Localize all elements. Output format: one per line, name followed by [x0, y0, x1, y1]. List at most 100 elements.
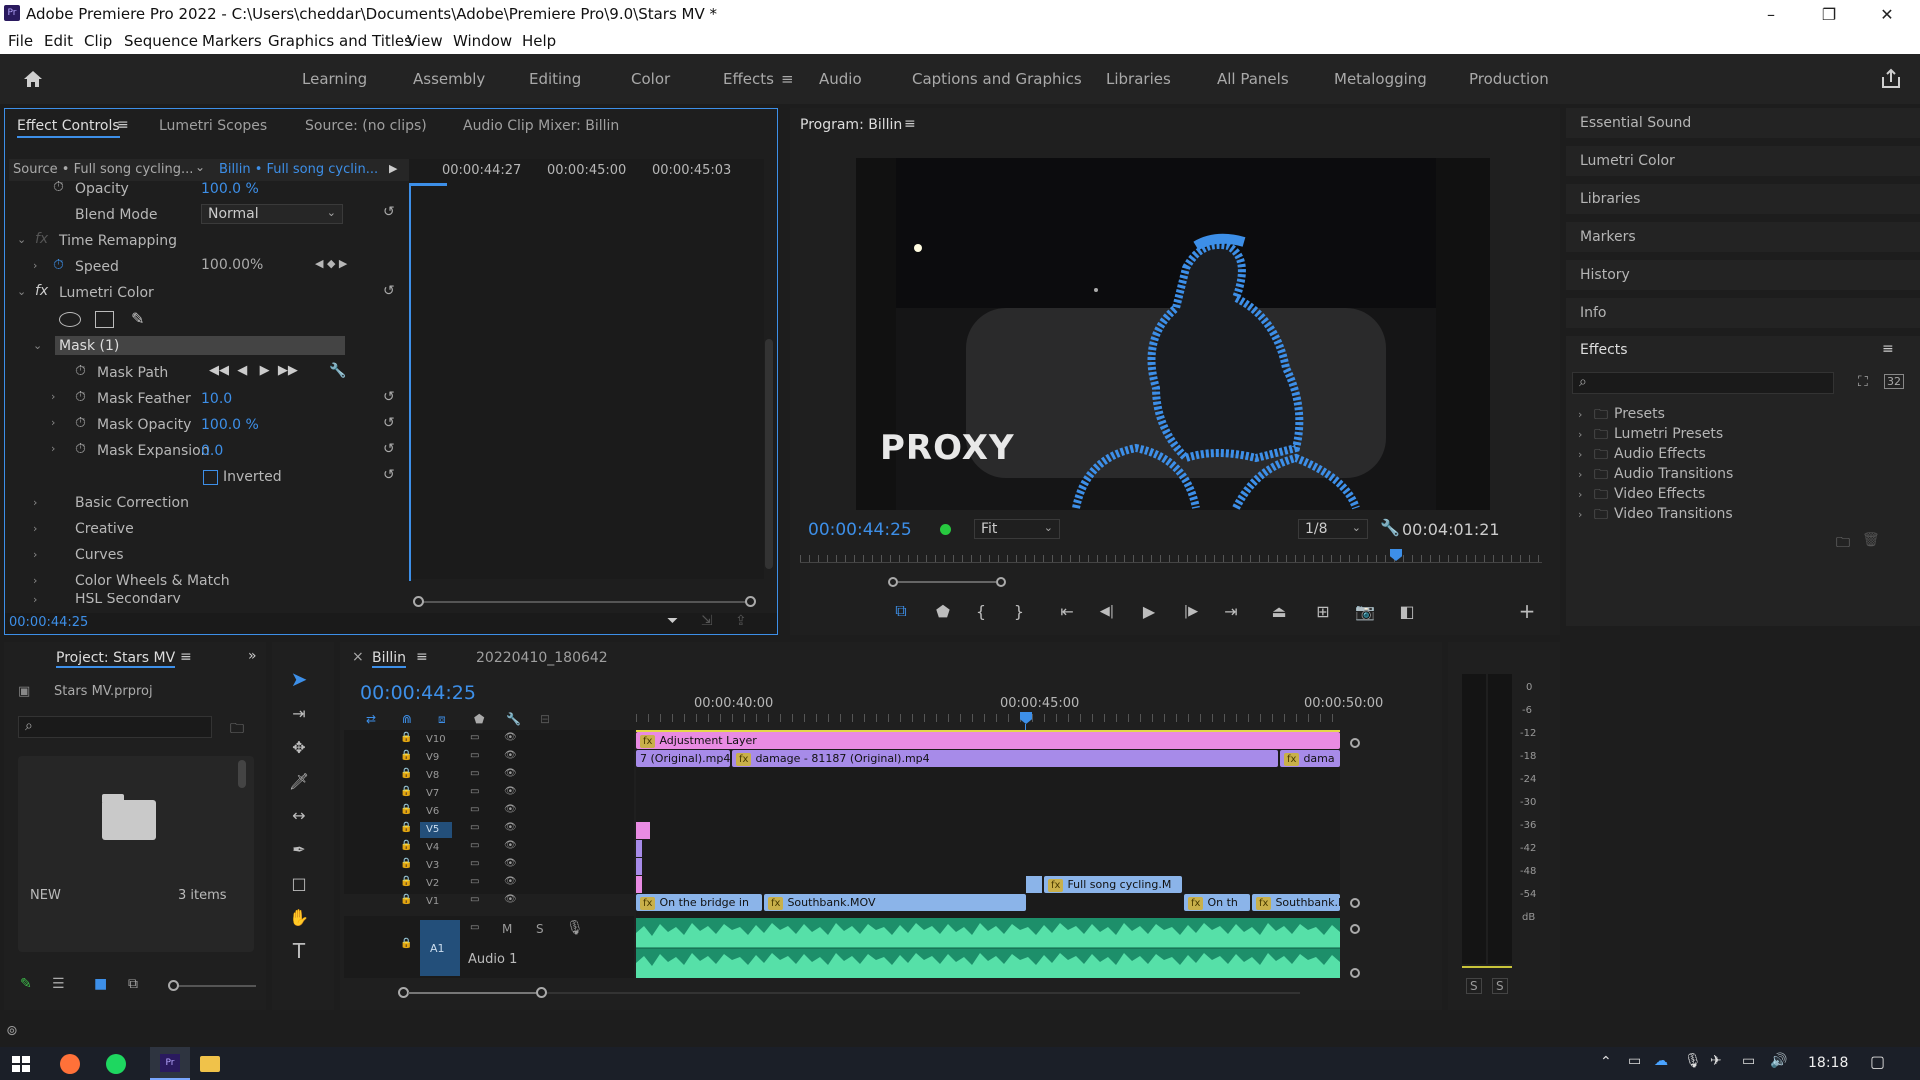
ripple-edit-tool-icon[interactable]: ✥ — [286, 734, 312, 760]
basic-correction-label[interactable]: Basic Correction — [75, 495, 189, 511]
clip-v4[interactable] — [636, 840, 642, 857]
speed-value[interactable]: 100.00% — [201, 257, 263, 273]
resolution-select[interactable]: 1/8 ⌄ — [1298, 519, 1368, 539]
clip-v1-d[interactable]: fxSouthbank.MOV — [1252, 894, 1340, 911]
trash-icon[interactable]: 🗑 — [1862, 532, 1880, 548]
solo-left-button[interactable]: S — [1466, 978, 1482, 994]
collapse-chevron-icon[interactable]: ⌄ — [17, 233, 26, 246]
lock-icon[interactable]: 🔒 — [400, 894, 412, 905]
freeform-view-icon[interactable]: ⧉ — [128, 976, 138, 992]
sync-lock-icon[interactable]: ▭ — [470, 876, 479, 887]
effects-search-input[interactable]: ⌕ — [1572, 372, 1834, 394]
clip-v2-a[interactable] — [636, 876, 642, 893]
linked-selection-icon[interactable]: ⧈ — [438, 712, 446, 727]
panel-markers[interactable]: Markers — [1566, 222, 1920, 252]
clip-v9-b[interactable]: fx damage - 81187 (Original).mp4 — [732, 750, 1278, 767]
menu-file[interactable]: File — [8, 32, 33, 50]
home-icon[interactable] — [22, 68, 44, 90]
expand-chevron-icon[interactable]: › — [33, 496, 37, 509]
sync-lock-icon[interactable]: ▭ — [470, 732, 479, 743]
track-mask-controls[interactable]: ◀◀ ◀ ▶ ▶▶ — [209, 363, 298, 378]
list-view-icon[interactable]: ☰ — [52, 976, 65, 992]
clip-v9-a[interactable]: 7 (Original).mp4 — [636, 750, 730, 767]
lock-icon[interactable]: 🔒 — [400, 750, 412, 761]
tab-lumetri-scopes[interactable]: Lumetri Scopes — [159, 118, 267, 134]
lock-icon[interactable]: 🔒 — [400, 822, 412, 833]
expand-chevron-icon[interactable]: › — [33, 593, 37, 603]
tab-effect-controls[interactable]: Effect Controls — [17, 118, 120, 138]
effects-panel-menu-icon[interactable]: ≡ — [1882, 341, 1894, 357]
ec-timecode[interactable]: 00:00:44:25 — [9, 615, 88, 630]
workspace-libraries[interactable]: Libraries — [1106, 70, 1171, 88]
add-marker-icon[interactable]: ⬟ — [932, 600, 954, 622]
panel-history[interactable]: History — [1566, 260, 1920, 290]
blend-mode-select[interactable]: Normal ⌄ — [201, 204, 343, 224]
eye-icon[interactable]: 👁 — [504, 822, 517, 833]
program-zoom-handle-right[interactable] — [996, 577, 1006, 587]
track-end-handle[interactable] — [1350, 738, 1360, 748]
clip-v2-c[interactable]: fx Full song cycling.M — [1044, 876, 1182, 893]
thumbnail-size-slider[interactable] — [170, 985, 256, 987]
clip-v2-b[interactable] — [1026, 876, 1042, 893]
workspace-metalogging[interactable]: Metalogging — [1334, 70, 1427, 88]
accelerated-effects-icon[interactable]: ⛶ — [1858, 374, 1868, 390]
track-v1-label[interactable]: V1 — [426, 896, 439, 907]
eye-icon[interactable]: 👁 — [504, 840, 517, 851]
menu-graphics-titles[interactable]: Graphics and Titles — [268, 32, 412, 50]
expand-chevron-icon[interactable]: › — [33, 548, 37, 561]
color-wheels-label[interactable]: Color Wheels & Match — [75, 573, 230, 589]
stopwatch-icon[interactable]: ⏱ — [53, 179, 64, 195]
track-v7-label[interactable]: V7 — [426, 788, 439, 799]
workspace-editing[interactable]: Editing — [529, 70, 581, 88]
export-frame-icon[interactable]: 📷 — [1354, 600, 1376, 622]
eye-icon[interactable]: 👁 — [504, 768, 517, 779]
premiere-taskbar-icon[interactable]: Pr — [150, 1047, 190, 1080]
sync-lock-icon[interactable]: ▭ — [470, 786, 479, 797]
step-forward-icon[interactable]: |▶ — [1180, 600, 1202, 622]
notifications-icon[interactable]: ▢ — [1870, 1052, 1885, 1071]
tray-microphone-icon[interactable]: 🎙 — [1684, 1053, 1702, 1069]
minimize-button[interactable]: – — [1742, 0, 1800, 29]
ec-zoom-handle-left[interactable] — [413, 596, 424, 607]
lock-icon[interactable]: 🔒 — [400, 804, 412, 815]
clip-v3[interactable] — [636, 858, 642, 875]
menu-help[interactable]: Help — [522, 32, 556, 50]
32bit-effects-icon[interactable]: 32 — [1884, 374, 1904, 389]
pen-mask-icon[interactable]: ✎ — [131, 309, 144, 328]
wrench-icon[interactable]: 🔧 — [506, 712, 521, 726]
eye-icon[interactable]: 👁 — [504, 876, 517, 887]
lock-icon[interactable]: 🔒 — [400, 876, 412, 887]
expand-chevron-icon[interactable]: › — [1578, 508, 1582, 521]
ellipse-mask-icon[interactable] — [59, 312, 81, 327]
onedrive-icon[interactable]: ☁ — [1654, 1053, 1668, 1069]
clip-v5[interactable] — [636, 822, 650, 839]
menu-clip[interactable]: Clip — [84, 32, 112, 50]
audio-clip-a1[interactable] — [636, 918, 1340, 978]
opacity-value[interactable]: 100.0 % — [201, 181, 259, 197]
timeline-menu-icon[interactable]: ≡ — [416, 649, 428, 665]
tab-sequence-2[interactable]: 20220410_180642 — [476, 650, 608, 666]
panel-overflow-icon[interactable]: » — [248, 648, 257, 664]
workspace-captions-graphics[interactable]: Captions and Graphics — [912, 70, 1082, 88]
track-end-handle[interactable] — [1350, 898, 1360, 908]
expand-chevron-icon[interactable]: › — [1578, 468, 1582, 481]
track-select-tool-icon[interactable]: ⇥ — [286, 700, 312, 726]
workspace-production[interactable]: Production — [1469, 70, 1549, 88]
eye-icon[interactable]: 👁 — [504, 750, 517, 761]
firefox-icon[interactable] — [60, 1054, 80, 1074]
stopwatch-icon[interactable]: ⏱ — [75, 389, 86, 405]
zoom-select[interactable]: Fit ⌄ — [974, 519, 1060, 539]
project-scrollbar[interactable] — [238, 760, 246, 788]
panel-essential-sound[interactable]: Essential Sound — [1566, 108, 1920, 138]
mark-in-icon[interactable]: { — [970, 600, 992, 622]
timeline-zoom-handle-right[interactable] — [536, 987, 547, 998]
track-v5-label[interactable]: V5 — [426, 824, 439, 835]
mask-expansion-value[interactable]: 0.0 — [201, 443, 223, 459]
menu-view[interactable]: View — [407, 32, 443, 50]
project-menu-icon[interactable]: ≡ — [180, 649, 192, 665]
reset-icon[interactable]: ↺ — [383, 467, 395, 483]
eye-icon[interactable]: 👁 — [504, 732, 517, 743]
solo-right-button[interactable]: S — [1492, 978, 1508, 994]
selection-tool-icon[interactable]: ➤ — [286, 666, 312, 692]
windows-start-icon[interactable] — [12, 1056, 30, 1072]
